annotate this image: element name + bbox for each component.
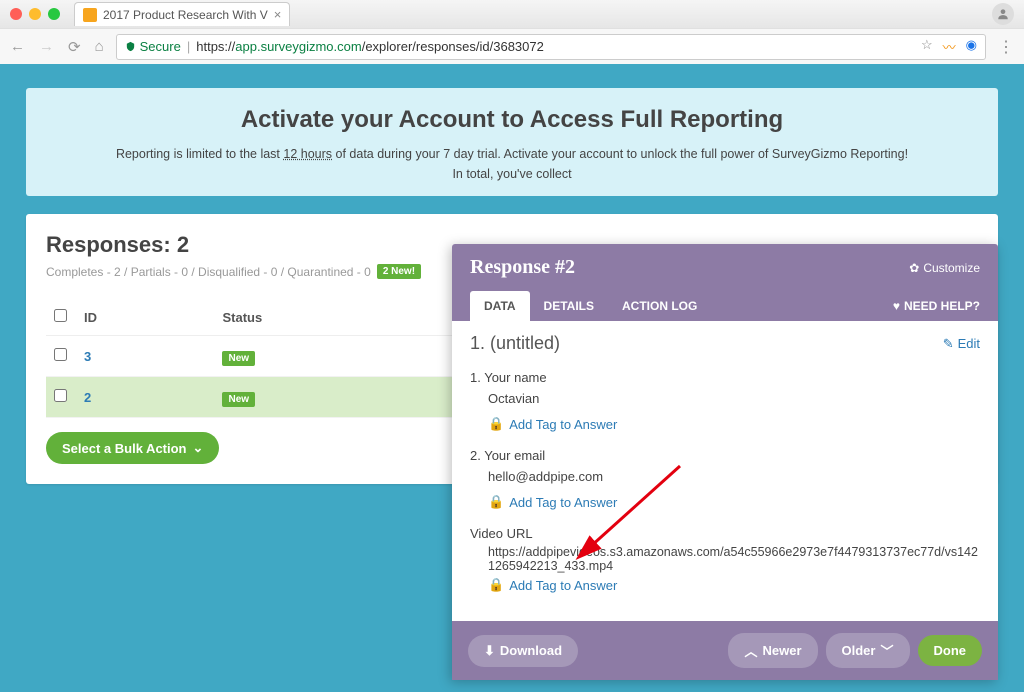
bulk-action-button[interactable]: Select a Bulk Action ⌄ bbox=[46, 432, 219, 464]
row-id-link[interactable]: 3 bbox=[84, 349, 91, 364]
star-icon[interactable]: ☆ bbox=[921, 37, 933, 56]
gear-icon: ✿ bbox=[909, 261, 919, 275]
chevron-down-icon: ⌄ bbox=[193, 440, 204, 456]
answer-value: Octavian bbox=[488, 391, 980, 406]
need-help-link[interactable]: ♥ NEED HELP? bbox=[893, 299, 980, 313]
browser-menu-icon[interactable]: ⋮ bbox=[998, 37, 1014, 57]
pencil-icon: ✎ bbox=[943, 336, 954, 352]
edit-link[interactable]: ✎ Edit bbox=[943, 336, 980, 352]
col-id: ID bbox=[76, 299, 214, 336]
browser-tab[interactable]: 2017 Product Research With V × bbox=[74, 2, 290, 26]
answer-value: hello@addpipe.com bbox=[488, 469, 980, 484]
response-detail-panel: Response #2 ✿ Customize DATA DETAILS ACT… bbox=[452, 244, 998, 680]
extension-icon[interactable]: 〰 bbox=[943, 37, 956, 56]
tab-close-icon[interactable]: × bbox=[274, 7, 282, 22]
tab-action-log[interactable]: ACTION LOG bbox=[608, 291, 711, 321]
reload-icon[interactable]: ⟳ bbox=[68, 38, 81, 56]
select-all-checkbox[interactable] bbox=[54, 309, 67, 322]
row-checkbox[interactable] bbox=[54, 348, 67, 361]
favicon-icon bbox=[83, 8, 97, 22]
video-url-value: https://addpipevideos.s3.amazonaws.com/a… bbox=[488, 545, 980, 573]
url-text: https://app.surveygizmo.com/explorer/res… bbox=[196, 39, 544, 54]
row-checkbox[interactable] bbox=[54, 389, 67, 402]
tab-details[interactable]: DETAILS bbox=[530, 291, 608, 321]
forward-icon: → bbox=[39, 38, 54, 56]
home-icon[interactable]: ⌂ bbox=[95, 38, 104, 56]
col-status: Status bbox=[214, 299, 480, 336]
window-maximize[interactable] bbox=[48, 8, 60, 20]
customize-link[interactable]: ✿ Customize bbox=[909, 261, 980, 275]
tab-data[interactable]: DATA bbox=[470, 291, 530, 321]
download-icon: ⬇ bbox=[484, 643, 495, 659]
banner-line2: In total, you've collect bbox=[46, 164, 978, 184]
older-button[interactable]: Older ﹀ bbox=[826, 633, 910, 668]
new-count-badge: 2 New! bbox=[377, 264, 421, 279]
secure-badge: Secure bbox=[125, 39, 181, 54]
question-label: 2. Your email bbox=[470, 448, 980, 463]
add-tag-link[interactable]: 🔒 Add Tag to Answer bbox=[488, 494, 617, 510]
address-bar[interactable]: Secure | https://app.surveygizmo.com/exp… bbox=[116, 34, 986, 60]
chevron-down-icon: ﹀ bbox=[880, 641, 893, 660]
row-id-link[interactable]: 2 bbox=[84, 390, 91, 405]
window-minimize[interactable] bbox=[29, 8, 41, 20]
activation-banner: Activate your Account to Access Full Rep… bbox=[26, 88, 998, 196]
lock-icon: 🔒 bbox=[488, 577, 504, 593]
status-badge: New bbox=[222, 392, 255, 407]
chevron-up-icon: ︿ bbox=[744, 641, 757, 660]
back-icon[interactable]: ← bbox=[10, 38, 25, 56]
panel-title: Response #2 bbox=[470, 256, 575, 279]
done-button[interactable]: Done bbox=[918, 635, 983, 666]
newer-button[interactable]: ︿ Newer bbox=[728, 633, 817, 668]
section-title: 1. (untitled) bbox=[470, 333, 560, 354]
question-label: 1. Your name bbox=[470, 370, 980, 385]
lock-icon: 🔒 bbox=[488, 494, 504, 510]
download-button[interactable]: ⬇ Download bbox=[468, 635, 578, 667]
add-tag-link[interactable]: 🔒 Add Tag to Answer bbox=[488, 416, 617, 432]
window-close[interactable] bbox=[10, 8, 22, 20]
video-url-label: Video URL bbox=[470, 526, 980, 541]
lock-icon: 🔒 bbox=[488, 416, 504, 432]
banner-line1: Reporting is limited to the last 12 hour… bbox=[46, 144, 978, 164]
banner-heading: Activate your Account to Access Full Rep… bbox=[46, 106, 978, 134]
add-tag-link[interactable]: 🔒 Add Tag to Answer bbox=[488, 577, 617, 593]
heart-icon: ♥ bbox=[893, 299, 900, 313]
tab-title: 2017 Product Research With V bbox=[103, 8, 268, 22]
responses-stats: Completes - 2 / Partials - 0 / Disqualif… bbox=[46, 265, 371, 279]
extension2-icon[interactable]: ◉ bbox=[966, 37, 977, 56]
status-badge: New bbox=[222, 351, 255, 366]
profile-avatar[interactable] bbox=[992, 3, 1014, 25]
